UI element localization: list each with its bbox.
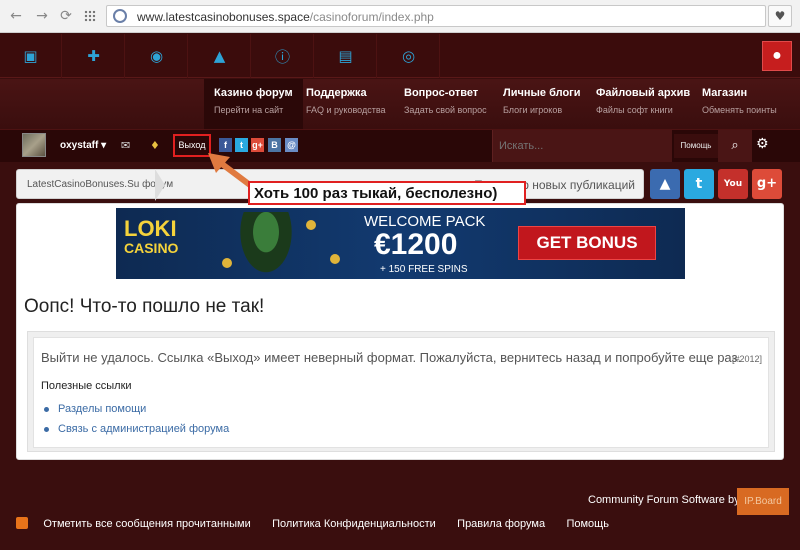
gift-icon[interactable]: ✚ — [63, 34, 125, 78]
nav-title: Личные блоги — [503, 87, 581, 99]
nav-qa[interactable]: Вопрос-ответ Задать свой вопрос — [394, 79, 497, 129]
facebook-icon[interactable]: f — [219, 138, 232, 152]
search-help-button[interactable]: Помощь — [674, 134, 718, 158]
privacy-policy-link[interactable]: Политика Конфиденциальности — [272, 518, 436, 530]
email-share-icon[interactable]: @ — [285, 138, 298, 152]
nav-subtitle: Задать свой вопрос — [404, 105, 487, 115]
chat-icon[interactable]: ◎ — [378, 34, 440, 78]
gamepad-icon[interactable]: ◉ — [126, 34, 188, 78]
error-box: Выйти не удалось. Ссылка «Выход» имеет н… — [33, 337, 769, 448]
search-input[interactable] — [499, 138, 664, 154]
browser-toolbar: ← → ⟳ www.latestcasinobonuses.space/casi… — [0, 0, 800, 33]
banner-brand: LOKI — [124, 216, 177, 241]
twitter-follow-icon[interactable]: t — [684, 169, 714, 199]
nav-title: Файловый архив — [596, 87, 691, 99]
bookmark-heart-icon[interactable]: ♥ — [768, 5, 792, 27]
vk-icon[interactable]: B — [268, 138, 281, 152]
back-icon[interactable]: ← — [8, 8, 24, 24]
coin-icon — [306, 220, 316, 230]
banner-spins: + 150 FREE SPINS — [380, 264, 468, 275]
money-icon[interactable]: ▣ — [0, 34, 62, 78]
nav-title: Казино форум — [214, 87, 293, 99]
banner-brand-sub: CASINO — [124, 240, 179, 256]
coin-icon — [330, 254, 340, 264]
annotation-box: Хоть 100 раз тыкай, бесполезно) — [248, 181, 526, 205]
help-link[interactable]: Помощь — [566, 518, 609, 530]
help-sections-link[interactable]: Разделы помощи — [43, 403, 229, 415]
search-icon[interactable]: ⌕ — [718, 130, 752, 162]
contact-admin-link[interactable]: Связь с администрацией форума — [43, 423, 229, 435]
useful-links-heading: Полезные ссылки — [41, 380, 132, 392]
gear-icon[interactable]: ⚙ — [756, 136, 769, 152]
banner-amount: €1200 — [374, 228, 458, 261]
ad-banner[interactable]: LOKI CASINO WELCOME PACK €1200 + 150 FRE… — [116, 208, 685, 279]
nav-subtitle: Блоги игроков — [503, 105, 563, 115]
error-code: [#2012] — [731, 354, 762, 364]
user-bar: oxystaff ▾ ✉ ♦ Выход f t g+ B @ Помощь ⌕… — [0, 129, 800, 162]
error-message: Выйти не удалось. Ссылка «Выход» имеет н… — [41, 350, 742, 365]
useful-links-list: Разделы помощи Связь с администрацией фо… — [43, 403, 229, 443]
book-icon[interactable]: ▤ — [315, 34, 377, 78]
main-nav: Казино форум Перейти на сайт Поддержка F… — [0, 79, 800, 129]
username-menu[interactable]: oxystaff ▾ — [60, 140, 106, 151]
nav-subtitle: FAQ и руководства — [306, 105, 386, 115]
breadcrumb-separator — [155, 169, 165, 201]
site-info-icon[interactable] — [113, 9, 127, 23]
coin-icon — [222, 258, 232, 268]
forum-rules-link[interactable]: Правила форума — [457, 518, 545, 530]
google-plus-icon[interactable]: g+ — [251, 138, 264, 152]
nav-subtitle: Файлы софт книги — [596, 105, 673, 115]
main-content: LOKI CASINO WELCOME PACK €1200 + 150 FRE… — [16, 203, 784, 460]
google-plus-follow-icon[interactable]: g+ — [752, 169, 782, 199]
site-top-bar: ▣ ✚ ◉ ▲ ⓘ ▤ ◎ ● — [0, 34, 800, 78]
ipboard-logo[interactable]: IP.Board — [737, 488, 789, 515]
info-icon[interactable]: ⓘ — [252, 34, 314, 78]
reload-icon[interactable]: ⟳ — [58, 8, 74, 24]
nav-shop[interactable]: Магазин Обменять поинты — [692, 79, 787, 129]
rss-icon[interactable] — [16, 517, 28, 529]
nav-subtitle: Перейти на сайт — [214, 105, 284, 115]
url-text: www.latestcasinobonuses.space/casinoforu… — [137, 10, 434, 24]
youtube-icon[interactable]: You — [718, 169, 748, 199]
footer-links: Отметить все сообщения прочитанными Поли… — [16, 516, 627, 530]
page-title: Оопс! Что-то пошло не так! — [24, 296, 265, 317]
nav-blogs[interactable]: Личные блоги Блоги игроков — [493, 79, 591, 129]
nav-support[interactable]: Поддержка FAQ и руководства — [296, 79, 396, 129]
banner-character-image — [236, 212, 296, 279]
address-bar[interactable]: www.latestcasinobonuses.space/casinoforu… — [106, 5, 766, 27]
breadcrumb-home-link[interactable]: LatestCasinoBonuses.Su форум — [27, 179, 173, 190]
user-profile-icon[interactable]: ● — [762, 41, 792, 71]
search-box — [492, 130, 672, 162]
notification-bell-icon[interactable]: ♦ — [150, 139, 160, 152]
warning-icon[interactable]: ▲ — [189, 34, 251, 78]
nav-casino-forum[interactable]: Казино форум Перейти на сайт — [204, 79, 303, 129]
forward-icon[interactable]: → — [34, 8, 50, 24]
nav-title: Вопрос-ответ — [404, 87, 479, 99]
nav-title: Поддержка — [306, 87, 367, 99]
powered-by-text: Community Forum Software by — [588, 494, 740, 506]
apps-grid-icon[interactable] — [84, 10, 96, 22]
nav-files[interactable]: Файловый архив Файлы софт книги — [586, 79, 700, 129]
nav-title: Магазин — [702, 87, 748, 99]
error-panel: Выйти не удалось. Ссылка «Выход» имеет н… — [27, 331, 775, 452]
get-bonus-button[interactable]: GET BONUS — [518, 226, 656, 260]
like-icon[interactable]: ▲ — [650, 169, 680, 199]
twitter-icon[interactable]: t — [235, 138, 248, 152]
avatar[interactable] — [22, 133, 46, 157]
annotation-text: Хоть 100 раз тыкай, бесполезно) — [254, 185, 498, 202]
footer: Community Forum Software by IP.Board Отм… — [0, 476, 800, 550]
nav-subtitle: Обменять поинты — [702, 105, 777, 115]
mail-icon[interactable]: ✉ — [121, 139, 130, 152]
mark-all-read-link[interactable]: Отметить все сообщения прочитанными — [43, 518, 250, 530]
